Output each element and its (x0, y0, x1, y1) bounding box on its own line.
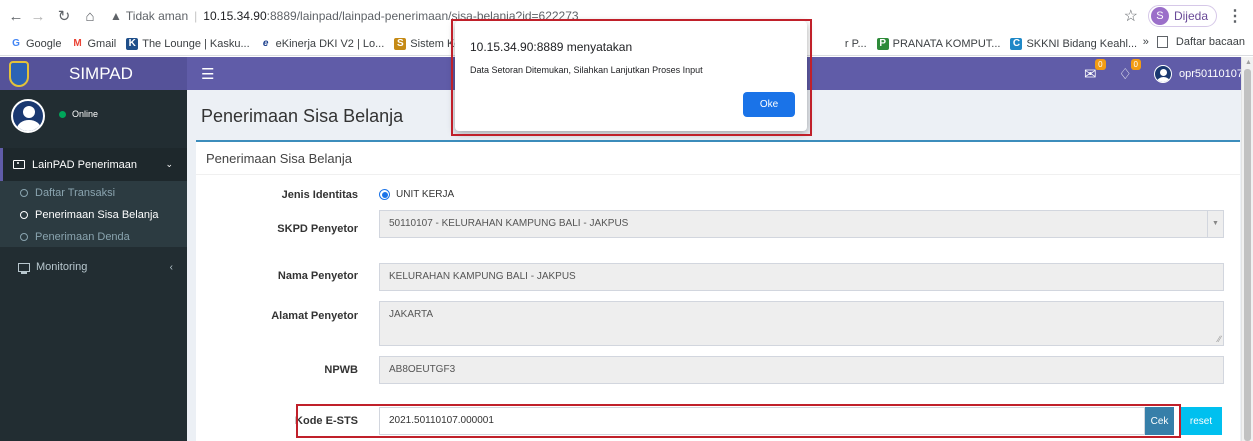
page-scrollbar[interactable]: ▲ (1241, 57, 1253, 441)
sidebar-item-label: Penerimaan Denda (35, 231, 130, 243)
jenis-identitas-radio[interactable]: UNIT KERJA (379, 189, 454, 200)
chevron-left-icon: ‹ (169, 261, 173, 273)
bookmark-skkni[interactable]: C SKKNI Bidang Keahl... (1010, 37, 1138, 50)
bookmark-lounge[interactable]: K The Lounge | Kasku... (126, 37, 250, 50)
sidebar-toggle-icon[interactable]: ☰ (201, 65, 214, 83)
forward-icon[interactable]: → (28, 6, 48, 26)
browser-menu-icon[interactable]: ⋮ (1227, 6, 1243, 26)
reset-button[interactable]: reset (1180, 407, 1222, 435)
resize-handle-icon[interactable]: ∕∕ (1218, 335, 1221, 344)
user-avatar (1153, 64, 1172, 83)
security-label: Tidak aman (125, 9, 189, 23)
sidebar-item-label: Daftar Transaksi (35, 187, 116, 199)
profile-name: Dijeda (1173, 9, 1208, 23)
bookmark-partial[interactable]: r P... (845, 38, 867, 50)
brand-title: SIMPAD (69, 63, 133, 83)
bookmark-label: The Lounge | Kasku... (142, 37, 250, 50)
sidebar-item-monitoring[interactable]: Monitoring ‹ (0, 261, 187, 274)
nama-value: KELURAHAN KAMPUNG BALI - JAKPUS (389, 271, 576, 282)
skpd-value: 50110107 - KELURAHAN KAMPUNG BALI - JAKP… (389, 218, 629, 229)
url-host: 10.15.34.90 (203, 9, 267, 23)
skpd-penyetor-label: SKPD Penyetor (277, 223, 358, 235)
user-menu[interactable]: opr50110107 (1153, 64, 1243, 83)
sidebar-item-label: LainPAD Penerimaan (32, 158, 137, 171)
sidebar-item-label: Penerimaan Sisa Belanja (35, 209, 159, 221)
sistem-icon: S (394, 37, 407, 50)
radio-selected-icon[interactable] (379, 189, 390, 200)
alamat-value: JAKARTA (389, 309, 434, 320)
chevron-down-icon: ⌄ (165, 159, 173, 169)
sidebar-item-penerimaan-sisa-belanja[interactable]: Penerimaan Sisa Belanja (20, 209, 159, 221)
sidebar-item-label: Monitoring (36, 261, 88, 273)
bookmark-star-icon[interactable]: ☆ (1124, 6, 1138, 26)
jakarta-emblem-icon (9, 60, 29, 87)
profile-button[interactable]: S Dijeda (1147, 5, 1217, 27)
sidebar-avatar (11, 99, 45, 133)
ekinerja-icon: e (262, 38, 269, 49)
sidebar-user-panel: Online (0, 90, 187, 144)
nama-penyetor-label: Nama Penyetor (277, 270, 358, 282)
money-icon (13, 160, 25, 169)
pranata-icon: P (876, 37, 889, 50)
online-status: Online (59, 109, 98, 119)
ests-highlight-box (296, 404, 1181, 438)
dropdown-caret-icon[interactable]: ▼ (1207, 211, 1223, 237)
security-indicator[interactable]: ▲ Tidak aman (110, 9, 188, 23)
page-title: Penerimaan Sisa Belanja (201, 106, 404, 126)
sidebar-item-daftar-transaksi[interactable]: Daftar Transaksi (20, 187, 115, 199)
bookmark-label: PRANATA KOMPUT... (892, 37, 1001, 50)
nama-penyetor-field[interactable]: KELURAHAN KAMPUNG BALI - JAKPUS (379, 263, 1224, 291)
bookmark-google[interactable]: G Google (10, 38, 61, 50)
chrome-icon: C (1010, 37, 1023, 50)
bookmark-label: eKinerja DKI V2 | Lo... (275, 37, 385, 50)
npwb-value: AB8OEUTGF3 (389, 364, 456, 375)
reading-list-button[interactable]: Daftar bacaan (1176, 36, 1245, 48)
reload-icon[interactable]: ↻ (54, 6, 74, 26)
mail-badge: 0 (1095, 58, 1106, 70)
bookmark-label: Google (26, 37, 62, 50)
bookmark-pranata[interactable]: P PRANATA KOMPUT... (876, 37, 1001, 50)
bell-badge: 0 (1130, 58, 1141, 70)
brand-logo-area[interactable]: SIMPAD (0, 57, 187, 90)
alamat-penyetor-textarea[interactable]: JAKARTA ∕∕ (379, 301, 1224, 346)
npwb-label: NPWB (324, 364, 358, 376)
dialog-highlight-box (451, 19, 812, 136)
bell-icon[interactable]: ♢ 0 (1119, 58, 1141, 83)
sidebar-submenu: Daftar Transaksi Penerimaan Sisa Belanja… (0, 181, 187, 247)
sidebar: Online LainPAD Penerimaan ⌄ Daftar Trans… (0, 90, 187, 441)
monitor-icon (18, 262, 30, 274)
scroll-up-icon[interactable]: ▲ (1245, 59, 1252, 66)
bookmark-ekinerja[interactable]: e eKinerja DKI V2 | Lo... (260, 37, 385, 50)
scrollbar-thumb[interactable] (1244, 69, 1251, 441)
circle-icon (20, 189, 28, 197)
circle-icon (20, 233, 28, 241)
sidebar-item-penerimaan-denda[interactable]: Penerimaan Denda (20, 231, 130, 243)
alamat-penyetor-label: Alamat Penyetor (271, 310, 358, 322)
status-label: Online (72, 109, 99, 119)
back-icon[interactable]: ← (6, 6, 26, 26)
radio-label: UNIT KERJA (396, 189, 455, 200)
gmail-icon: M (73, 38, 82, 49)
warning-icon: ▲ (110, 9, 122, 23)
profile-avatar: S (1150, 7, 1169, 25)
username: opr50110107 (1178, 67, 1243, 80)
bookmarks-overflow-button[interactable]: » (1143, 36, 1149, 48)
reading-list-icon (1156, 36, 1168, 48)
mail-icon[interactable]: ✉ 0 (1084, 58, 1106, 83)
box-title: Penerimaan Sisa Belanja (196, 142, 1240, 175)
npwb-field[interactable]: AB8OEUTGF3 (379, 356, 1224, 384)
url-separator: | (194, 9, 198, 23)
jenis-identitas-label: Jenis Identitas (281, 189, 358, 201)
bookmark-gmail[interactable]: M Gmail (71, 38, 116, 50)
home-icon[interactable]: ⌂ (80, 6, 100, 26)
online-dot-icon (59, 110, 66, 118)
skpd-penyetor-select[interactable]: 50110107 - KELURAHAN KAMPUNG BALI - JAKP… (379, 210, 1224, 238)
bookmark-label: Gmail (87, 37, 117, 50)
google-icon: G (12, 38, 20, 49)
circle-icon (20, 211, 28, 219)
bookmark-label: SKKNI Bidang Keahl... (1026, 37, 1138, 50)
sidebar-item-lainpad-penerimaan[interactable]: LainPAD Penerimaan ⌄ (0, 148, 187, 181)
kaskus-icon: K (126, 37, 139, 50)
bookmark-label: r P... (844, 37, 867, 50)
